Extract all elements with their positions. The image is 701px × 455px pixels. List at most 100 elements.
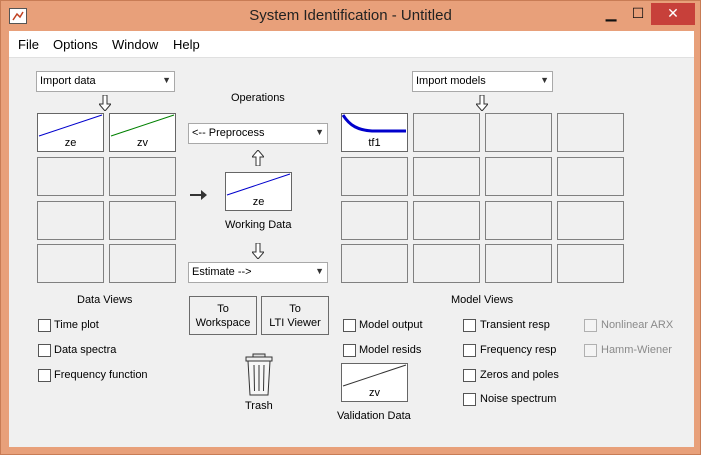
- window-title: System Identification - Untitled: [249, 7, 452, 24]
- data-slot-empty[interactable]: [37, 244, 104, 283]
- model-slot-empty[interactable]: [485, 244, 552, 283]
- model-slot-empty[interactable]: [341, 244, 408, 283]
- chevron-down-icon: ▼: [315, 127, 324, 137]
- data-signal-line: [38, 114, 103, 137]
- nonlinear-arx-label: Nonlinear ARX: [601, 319, 674, 331]
- import-models-select-value: Import models: [416, 75, 486, 87]
- import-data-select[interactable]: Import data ▼: [36, 71, 175, 92]
- working-data-caption: Working Data: [225, 219, 292, 231]
- model-slot-empty[interactable]: [485, 201, 552, 240]
- minimize-button[interactable]: ▁: [597, 3, 625, 25]
- estimate-select[interactable]: Estimate --> ▼: [188, 262, 328, 283]
- model-slot-empty[interactable]: [557, 244, 624, 283]
- operations-title: Operations: [231, 92, 285, 104]
- model-slot-empty[interactable]: [413, 244, 480, 283]
- data-tile-label: ze: [64, 137, 77, 149]
- maximize-button[interactable]: ☐: [625, 3, 651, 25]
- model-output-checkbox[interactable]: [343, 319, 356, 332]
- data-slot-empty[interactable]: [37, 201, 104, 240]
- arrow-down-icon: [252, 243, 264, 259]
- validation-data-tile-label: zv: [369, 387, 380, 399]
- preprocess-select[interactable]: <-- Preprocess ▼: [188, 123, 328, 144]
- transient-resp-label[interactable]: Transient resp: [480, 319, 550, 331]
- preprocess-select-value: <-- Preprocess: [192, 127, 265, 139]
- data-slot-empty[interactable]: [109, 201, 176, 240]
- trash-label: Trash: [245, 400, 273, 412]
- to-workspace-button[interactable]: To Workspace: [189, 296, 257, 335]
- app-window: System Identification - Untitled ▁ ☐ ✕ F…: [0, 0, 701, 455]
- model-slot-empty[interactable]: [485, 157, 552, 196]
- menu-file[interactable]: File: [18, 37, 39, 52]
- model-slot-empty[interactable]: [413, 201, 480, 240]
- title-bar[interactable]: System Identification - Untitled ▁ ☐ ✕: [1, 1, 700, 31]
- data-spectra-label[interactable]: Data spectra: [54, 344, 116, 356]
- arrow-down-icon: [476, 95, 488, 111]
- model-slot-empty[interactable]: [557, 157, 624, 196]
- model-slot-empty[interactable]: [485, 113, 552, 152]
- data-tile-ze[interactable]: ze: [37, 113, 104, 152]
- model-slot-empty[interactable]: [341, 201, 408, 240]
- working-data-tile[interactable]: ze: [225, 172, 292, 211]
- menu-help[interactable]: Help: [173, 37, 200, 52]
- model-output-label[interactable]: Model output: [359, 319, 423, 331]
- to-workspace-line2: Workspace: [195, 317, 251, 329]
- to-lti-viewer-line2: LTI Viewer: [269, 317, 321, 329]
- client-area: File Options Window Help Import data ▼ z…: [9, 31, 694, 447]
- model-response-curve: [342, 114, 406, 133]
- estimate-select-value: Estimate -->: [192, 266, 252, 278]
- data-slot-empty[interactable]: [109, 244, 176, 283]
- data-slot-empty[interactable]: [109, 157, 176, 196]
- model-slot-empty[interactable]: [341, 157, 408, 196]
- close-button[interactable]: ✕: [651, 3, 695, 25]
- transient-resp-checkbox[interactable]: [463, 319, 476, 332]
- working-data-tile-label: ze: [252, 196, 265, 208]
- data-signal-line: [226, 173, 291, 196]
- data-signal-line: [110, 114, 175, 137]
- validation-data-caption: Validation Data: [337, 410, 411, 422]
- menu-options[interactable]: Options: [53, 37, 98, 52]
- hamm-wiener-label: Hamm-Wiener: [601, 344, 672, 356]
- model-slot-empty[interactable]: [557, 201, 624, 240]
- model-tile-label: tf1: [368, 137, 381, 149]
- frequency-resp-checkbox[interactable]: [463, 344, 476, 357]
- model-resids-checkbox[interactable]: [343, 344, 356, 357]
- data-tile-zv[interactable]: zv: [109, 113, 176, 152]
- nonlinear-arx-checkbox: [584, 319, 597, 332]
- data-tile-label: zv: [137, 137, 148, 149]
- to-lti-viewer-button[interactable]: To LTI Viewer: [261, 296, 329, 335]
- arrow-down-icon: [99, 95, 111, 111]
- chevron-down-icon: ▼: [540, 75, 549, 85]
- noise-spectrum-checkbox[interactable]: [463, 393, 476, 406]
- import-data-select-value: Import data: [40, 75, 96, 87]
- menu-window[interactable]: Window: [112, 37, 158, 52]
- to-workspace-line1: To: [217, 303, 229, 315]
- menu-bar: File Options Window Help: [9, 31, 694, 58]
- time-plot-label[interactable]: Time plot: [54, 319, 99, 331]
- frequency-function-checkbox[interactable]: [38, 369, 51, 382]
- model-slot-empty[interactable]: [413, 157, 480, 196]
- chevron-down-icon: ▼: [162, 75, 171, 85]
- data-slot-empty[interactable]: [37, 157, 104, 196]
- chevron-down-icon: ▼: [315, 266, 324, 276]
- model-views-title: Model Views: [451, 294, 514, 306]
- arrow-right-icon: [190, 190, 207, 200]
- validation-data-tile[interactable]: zv: [341, 363, 408, 402]
- data-views-title: Data Views: [77, 294, 133, 306]
- zeros-poles-checkbox[interactable]: [463, 369, 476, 382]
- arrow-up-icon: [252, 150, 264, 166]
- data-signal-line: [342, 364, 407, 387]
- to-lti-viewer-line1: To: [289, 303, 301, 315]
- zeros-poles-label[interactable]: Zeros and poles: [480, 369, 559, 381]
- model-slot-empty[interactable]: [413, 113, 480, 152]
- noise-spectrum-label[interactable]: Noise spectrum: [480, 393, 556, 405]
- frequency-resp-label[interactable]: Frequency resp: [480, 344, 556, 356]
- model-tile-tf1[interactable]: tf1: [341, 113, 408, 152]
- time-plot-checkbox[interactable]: [38, 319, 51, 332]
- model-slot-empty[interactable]: [557, 113, 624, 152]
- trash-icon[interactable]: [244, 353, 274, 397]
- import-models-select[interactable]: Import models ▼: [412, 71, 553, 92]
- frequency-function-label[interactable]: Frequency function: [54, 369, 148, 381]
- data-spectra-checkbox[interactable]: [38, 344, 51, 357]
- hamm-wiener-checkbox: [584, 344, 597, 357]
- model-resids-label[interactable]: Model resids: [359, 344, 421, 356]
